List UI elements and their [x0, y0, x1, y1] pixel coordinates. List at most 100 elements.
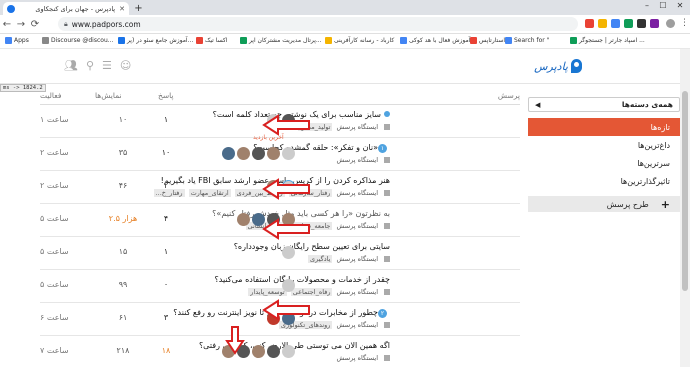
- category-icon: [384, 124, 390, 130]
- extension-icon[interactable]: [624, 19, 633, 28]
- extension-icon[interactable]: [598, 19, 607, 28]
- header-icons: 👥︎ ⚲ ☰ ☺: [64, 59, 131, 72]
- avatar[interactable]: [282, 345, 295, 358]
- activity-time[interactable]: ۵ ساعت: [40, 280, 90, 289]
- reload-icon[interactable]: ⟳: [28, 19, 42, 30]
- sidebar-item-influential[interactable]: تاثیرگذارترین‌ها: [528, 172, 680, 190]
- extension-icon[interactable]: [637, 19, 646, 28]
- browser-tab-strip: پادپرس - جهان برای کنجکاوی ✕ + – ☐ ✕: [0, 0, 690, 15]
- view-count: ۱۵: [118, 247, 128, 256]
- reply-count: ۱۸: [161, 346, 171, 355]
- maximize-icon[interactable]: ☐: [656, 1, 670, 10]
- avatar[interactable]: [252, 147, 265, 160]
- url-text: www.padpors.com: [71, 19, 141, 29]
- tag[interactable]: رفاه_اجتماعی: [290, 288, 333, 296]
- activity-time[interactable]: ۵ ساعت: [40, 247, 90, 256]
- hamburger-menu-icon[interactable]: ☰: [102, 59, 112, 72]
- close-window-icon[interactable]: ✕: [673, 1, 687, 10]
- browser-toolbar: ← → ⟳ 🔒︎ www.padpors.com ⋮: [0, 15, 690, 34]
- bookmark[interactable]: استارتاپس: [470, 37, 505, 44]
- search-icon[interactable]: ⚲: [86, 59, 94, 72]
- bookmark[interactable]: Search for ": [505, 37, 549, 44]
- header-views[interactable]: نمایش‌ها: [95, 91, 122, 100]
- extension-icon[interactable]: [650, 19, 659, 28]
- sidebar-item-hot[interactable]: داغ‌ترین‌ها: [528, 136, 680, 154]
- topic-category: ایستگاه پرسش: [336, 354, 390, 362]
- header-activity[interactable]: فعالیت: [40, 91, 61, 100]
- reply-count: ۰: [163, 280, 169, 289]
- annotation-arrow-icon: [262, 178, 310, 200]
- poster-avatars: [185, 279, 295, 292]
- minimize-icon[interactable]: –: [640, 1, 654, 10]
- menu-icon[interactable]: ⋮: [680, 18, 689, 28]
- bookmark[interactable]: آموزش جامع سئو در (پر...: [118, 37, 193, 44]
- new-tab-button[interactable]: +: [133, 3, 144, 14]
- sidebar-item-latest[interactable]: تازه‌ها: [528, 118, 680, 136]
- topic-category: ایستگاه پرسش: [336, 156, 390, 164]
- bookmark[interactable]: کارباد - رسانه کارآفرینی: [325, 37, 394, 44]
- browser-tab[interactable]: پادپرس - جهان برای کنجکاوی ✕: [3, 2, 129, 15]
- reply-count: ۳: [163, 313, 169, 322]
- avatar[interactable]: [222, 147, 235, 160]
- extension-icon[interactable]: [611, 19, 620, 28]
- site-logo[interactable]: پادپرس: [534, 59, 582, 73]
- avatar[interactable]: [267, 147, 280, 160]
- tag[interactable]: رفتار_خ...: [153, 189, 185, 197]
- header-replies[interactable]: پاسخ: [158, 91, 174, 100]
- activity-time[interactable]: ۶ ساعت: [40, 313, 90, 322]
- bookmark[interactable]: آموزش فعال با هد کوکی...: [400, 37, 476, 44]
- annotation-arrow-icon: [262, 114, 310, 136]
- sidebar-item-top[interactable]: سرترین‌ها: [528, 154, 680, 172]
- view-count: ۲.۵ هزار: [108, 214, 138, 223]
- header-topic[interactable]: پرسش: [498, 91, 520, 100]
- profile-avatar[interactable]: [666, 19, 675, 28]
- activity-time[interactable]: ۷ ساعت: [40, 346, 90, 355]
- scrollbar-thumb[interactable]: [682, 91, 688, 291]
- avatar[interactable]: [282, 246, 295, 259]
- close-tab-icon[interactable]: ✕: [119, 5, 125, 13]
- avatar[interactable]: [267, 345, 280, 358]
- annotation-arrow-icon: [262, 218, 310, 240]
- users-icon[interactable]: 👥︎: [64, 59, 78, 72]
- reply-count: ۲: [163, 181, 169, 190]
- user-avatar-icon[interactable]: ☺: [120, 59, 131, 72]
- table-row[interactable]: سایتی برای تعیین سطح رایگان زبان وجوددار…: [40, 237, 520, 270]
- view-count: ۱۰: [118, 115, 128, 124]
- forward-icon[interactable]: →: [14, 19, 28, 30]
- avatar[interactable]: [237, 213, 250, 226]
- avatar[interactable]: [237, 147, 250, 160]
- back-icon[interactable]: ←: [0, 19, 14, 30]
- scrollbar[interactable]: [680, 49, 690, 367]
- annotation-arrow-down-icon: [225, 326, 245, 355]
- activity-time[interactable]: ۵ ساعت: [40, 214, 90, 223]
- activity-time[interactable]: ۱ ساعت: [40, 115, 90, 124]
- category-dropdown[interactable]: ◀ همه‌ی دسته‌ها: [528, 97, 680, 112]
- tag[interactable]: یادگیری: [308, 255, 333, 263]
- avatar[interactable]: [252, 345, 265, 358]
- activity-time[interactable]: ۲ ساعت: [40, 181, 90, 190]
- address-bar[interactable]: 🔒︎ www.padpors.com: [58, 17, 578, 31]
- reply-count: ۱۰: [161, 148, 171, 157]
- new-posts-badge: ۲: [378, 309, 387, 318]
- activity-time[interactable]: ۲ ساعت: [40, 148, 90, 157]
- debug-timing-badge: ms -> 1824.2: [0, 84, 46, 92]
- topic-category: ایستگاه پرسش روندهای_تکنولوژی: [278, 321, 390, 329]
- new-topic-button[interactable]: طرح پرسش +: [528, 196, 680, 212]
- extension-icon[interactable]: [585, 19, 594, 28]
- bookmark[interactable]: اکسا تیک: [196, 37, 227, 44]
- table-row[interactable]: اگه همین الان می توستی طی الارض کنی، کجا…: [40, 336, 520, 369]
- avatar[interactable]: [282, 147, 295, 160]
- category-icon: [384, 355, 390, 361]
- category-icon: [384, 157, 390, 163]
- category-icon: [384, 322, 390, 328]
- tab-title: پادپرس - جهان برای کنجکاوی: [35, 4, 116, 13]
- bookmark[interactable]: اسپاد جارتر | جستجوگر ...: [570, 37, 645, 44]
- category-icon: [384, 223, 390, 229]
- bookmarks-bar: Apps Discourse @discou... آموزش جامع سئو…: [0, 34, 690, 49]
- table-row[interactable]: ۱«نان و تفکر»: حلقه گمشده کجاست؟ ایستگاه…: [40, 138, 520, 171]
- bookmark[interactable]: Discourse @discou...: [42, 37, 113, 44]
- bookmark-apps[interactable]: Apps: [5, 37, 29, 44]
- avatar[interactable]: [282, 279, 295, 292]
- sidebar: ◀ همه‌ی دسته‌ها تازه‌ها داغ‌ترین‌ها سرتر…: [528, 97, 680, 212]
- bookmark[interactable]: پرتال مدیریت مشترکان اپر...: [240, 37, 322, 44]
